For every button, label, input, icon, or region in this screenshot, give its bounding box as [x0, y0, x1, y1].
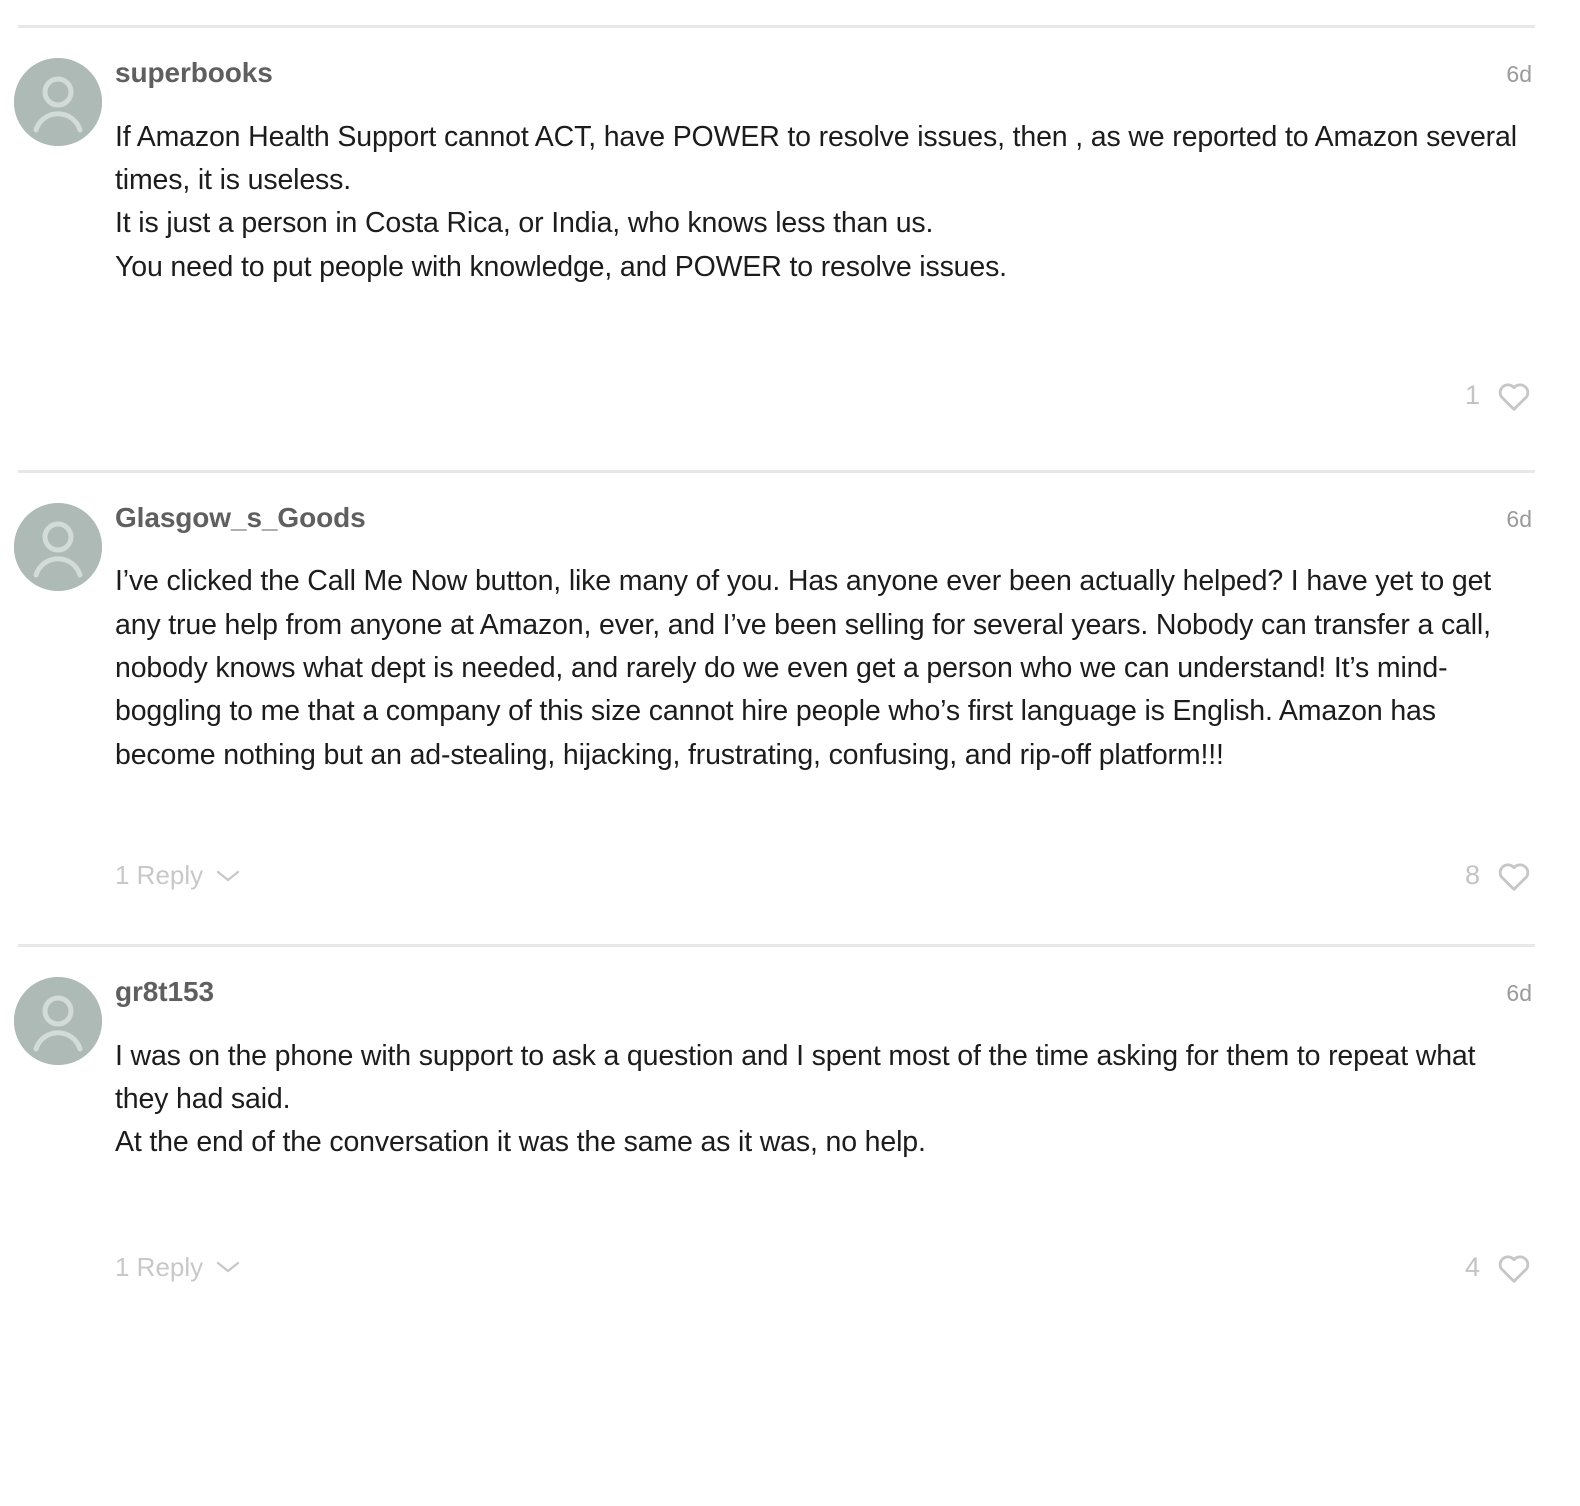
comment-paragraph: I’ve clicked the Call Me Now button, lik…: [115, 565, 1492, 771]
comment-author[interactable]: gr8t153: [115, 975, 214, 1009]
comment-thread: superbooks 6d If Amazon Health Support c…: [0, 0, 1580, 1334]
comment-timestamp: 6d: [1506, 505, 1532, 532]
comment-body-column: gr8t153 6d I was on the phone with suppo…: [115, 947, 1580, 1334]
comment-header: Glasgow_s_Goods 6d: [115, 501, 1532, 535]
comment-timestamp: 6d: [1506, 980, 1532, 1006]
comment-author[interactable]: Glasgow_s_Goods: [115, 501, 366, 535]
comment-paragraph: It is just a person in Costa Rica, or In…: [115, 207, 934, 240]
like-count: 4: [1464, 1251, 1480, 1282]
like-count: 1: [1464, 379, 1480, 410]
comment-item: gr8t153 6d I was on the phone with suppo…: [0, 947, 1580, 1334]
avatar-column: [0, 473, 115, 591]
comment-item: Glasgow_s_Goods 6d I’ve clicked the Call…: [0, 473, 1580, 944]
replies-label: 1 Reply: [115, 1251, 204, 1282]
comment-paragraph: If Amazon Health Support cannot ACT, hav…: [115, 120, 1517, 196]
comment-author[interactable]: superbooks: [115, 56, 273, 90]
heart-outline-icon[interactable]: [1496, 379, 1532, 412]
top-spacer: [0, 0, 1580, 25]
like-button[interactable]: 8: [1465, 859, 1532, 892]
person-avatar-icon[interactable]: [13, 502, 102, 591]
like-button[interactable]: 4: [1465, 1251, 1532, 1284]
comment-body-column: Glasgow_s_Goods 6d I’ve clicked the Call…: [115, 473, 1580, 944]
comment-item: superbooks 6d If Amazon Health Support c…: [0, 28, 1580, 470]
comment-paragraph: At the end of the conversation it was th…: [115, 1126, 926, 1159]
comment-text: I’ve clicked the Call Me Now button, lik…: [115, 560, 1532, 777]
comment-text: I was on the phone with support to ask a…: [115, 1035, 1532, 1165]
replies-toggle[interactable]: 1 Reply: [115, 1252, 241, 1283]
comment-header: gr8t153 6d: [115, 975, 1532, 1009]
comment-footer: 1: [115, 379, 1532, 470]
comment-header: superbooks 6d: [115, 56, 1532, 90]
person-avatar-icon[interactable]: [13, 977, 102, 1065]
comment-footer: 1 Reply 8: [115, 859, 1532, 944]
chevron-down-icon[interactable]: [215, 1259, 241, 1275]
heart-outline-icon[interactable]: [1496, 1251, 1532, 1284]
like-button[interactable]: 1: [1465, 379, 1532, 412]
like-count: 8: [1464, 860, 1480, 890]
replies-label: 1 Reply: [115, 860, 204, 890]
person-avatar-icon[interactable]: [13, 58, 102, 146]
comment-paragraph: You need to put people with knowledge, a…: [115, 250, 1007, 283]
heart-outline-icon[interactable]: [1496, 859, 1532, 892]
comment-text: If Amazon Health Support cannot ACT, hav…: [115, 116, 1532, 289]
comment-footer: 1 Reply 4: [115, 1251, 1532, 1334]
comment-body-column: superbooks 6d If Amazon Health Support c…: [115, 28, 1580, 470]
replies-toggle[interactable]: 1 Reply: [115, 860, 241, 891]
avatar-column: [0, 947, 115, 1065]
chevron-down-icon[interactable]: [215, 868, 241, 884]
comment-timestamp: 6d: [1506, 61, 1532, 87]
comment-paragraph: I was on the phone with support to ask a…: [115, 1039, 1476, 1115]
avatar-column: [0, 28, 115, 146]
